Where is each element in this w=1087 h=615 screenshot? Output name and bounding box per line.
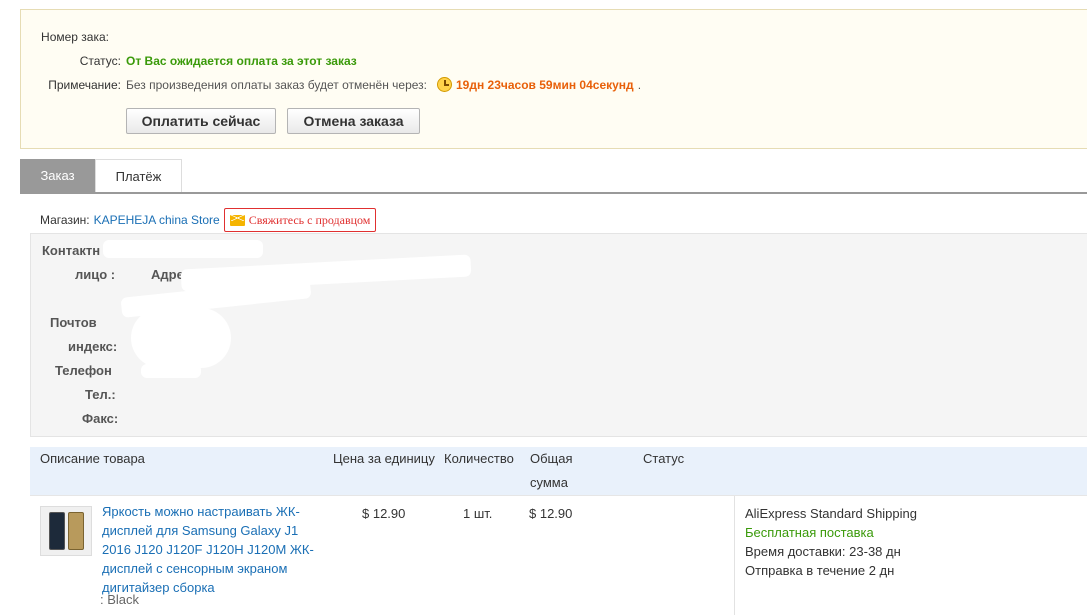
note-label: Примечание: <box>48 78 121 92</box>
tab-order[interactable]: Заказ <box>20 159 95 193</box>
phone-screen-front-image <box>48 512 65 550</box>
postal-label-2: индекс: <box>68 339 118 354</box>
store-label: Магазин: <box>40 213 90 227</box>
table-row: Яркость можно настраивать ЖК-дисплей для… <box>30 495 1087 615</box>
status-value: От Вас ожидается оплата за этот заказ <box>126 54 357 68</box>
store-name-link[interactable]: KAPEHEJA china Store <box>94 213 220 227</box>
tabs-underline <box>20 192 1087 194</box>
header-total-1: Общая <box>530 451 573 466</box>
tel-label: Тел.: <box>85 387 116 402</box>
cancel-order-button[interactable]: Отмена заказа <box>287 108 420 134</box>
redaction-mark <box>131 308 231 368</box>
fax-label: Факс: <box>82 411 119 426</box>
store-row: Магазин: KAPEHEJA china Store Свяжитесь … <box>40 208 377 232</box>
note-text: Без произведения оплаты заказ будет отме… <box>126 78 428 92</box>
order-status-box: Номер зака: Статус: От Вас ожидается опл… <box>20 9 1087 149</box>
product-variant: : Black <box>100 592 140 607</box>
clock-icon <box>437 77 452 92</box>
order-tabs: Заказ Платёж <box>20 159 1087 193</box>
postal-label-1: Почтов <box>50 315 97 330</box>
phone-screen-back-image <box>67 512 84 550</box>
product-title-link[interactable]: Яркость можно настраивать ЖК-дисплей для… <box>102 502 322 597</box>
quantity-cell: 1 шт. <box>463 506 493 521</box>
contact-seller-button[interactable]: Свяжитесь с продавцом <box>223 208 377 232</box>
pay-now-button[interactable]: Оплатить сейчас <box>126 108 276 134</box>
header-total-2: сумма <box>530 475 568 490</box>
product-thumbnail[interactable] <box>40 506 92 556</box>
header-description: Описание товара <box>40 451 145 466</box>
countdown: 19дн 23часов 59мин 04секунд . <box>437 77 641 92</box>
header-quantity: Количество <box>444 451 514 466</box>
redaction-mark <box>141 364 201 378</box>
envelope-icon <box>229 214 245 226</box>
status-label: Статус: <box>79 54 121 68</box>
header-status: Статус <box>643 451 685 466</box>
delivery-time: Время доставки: 23-38 дн <box>745 544 901 559</box>
countdown-text: 19дн 23часов 59мин 04секунд <box>456 77 634 92</box>
contact-seller-label: Свяжитесь с продавцом <box>248 212 371 227</box>
phone-label: Телефон <box>55 363 112 378</box>
redaction-mark <box>103 240 263 258</box>
unit-price-cell: $ 12.90 <box>362 506 406 521</box>
total-cell: $ 12.90 <box>529 506 573 521</box>
dispatch-time: Отправка в течение 2 дн <box>745 563 895 578</box>
row-divider <box>734 496 735 615</box>
countdown-suffix: . <box>637 77 642 92</box>
header-unit-price: Цена за единицу <box>333 451 435 466</box>
contact-person-label-2: лицо : <box>75 267 116 282</box>
shipping-cost: Бесплатная поставка <box>745 525 874 540</box>
address-label: Адре <box>151 267 184 282</box>
contact-info-panel: Контактн лицо : Адре Почтов индекс: Теле… <box>30 233 1087 437</box>
tab-payment[interactable]: Платёж <box>95 159 182 193</box>
shipping-method: AliExpress Standard Shipping <box>745 506 917 521</box>
contact-person-label-1: Контактн <box>42 243 101 258</box>
order-number-label: Номер зака: <box>41 30 109 44</box>
items-table-header: Описание товара Цена за единицу Количест… <box>30 447 1087 495</box>
